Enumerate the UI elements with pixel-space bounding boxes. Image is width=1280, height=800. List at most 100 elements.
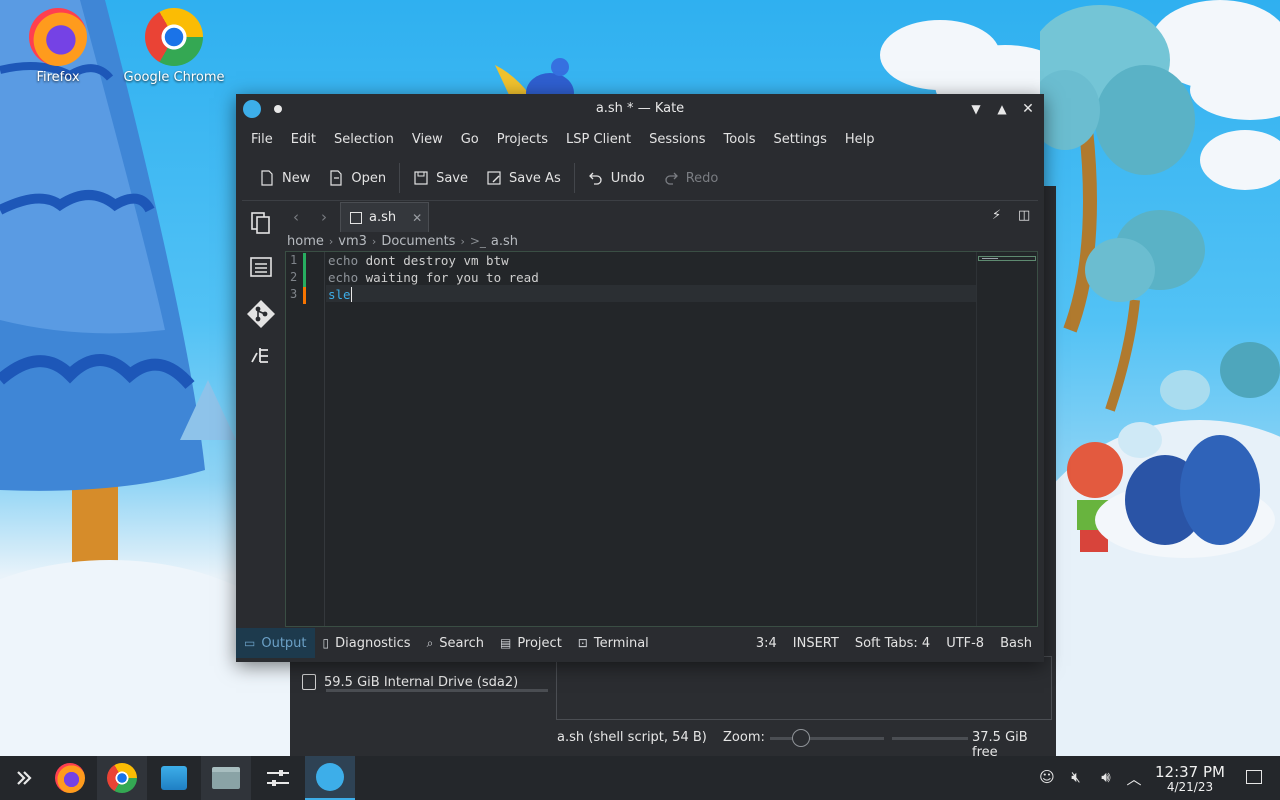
tab-a-sh[interactable]: a.sh ✕	[340, 202, 429, 232]
open-document-icon	[330, 170, 342, 186]
new-button[interactable]: New	[250, 163, 319, 193]
search-icon: ⌕	[426, 635, 434, 650]
tab-terminal[interactable]: ⊡ Terminal	[570, 628, 657, 658]
desktop-icon-label: Firefox	[36, 70, 80, 85]
selected-file-info: a.sh (shell script, 54 B)	[557, 730, 707, 745]
open-button-label: Open	[351, 170, 387, 186]
taskbar-system-settings[interactable]	[253, 756, 303, 800]
show-desktop-icon[interactable]	[1244, 768, 1264, 788]
code-line: sle	[328, 287, 352, 302]
tab-project[interactable]: ▤ Project	[492, 628, 570, 658]
chevron-right-icon: ›	[460, 234, 465, 248]
places-item-internal-drive[interactable]: 59.5 GiB Internal Drive (sda2)	[302, 674, 518, 690]
projects-panel-icon[interactable]	[248, 254, 274, 280]
tab-close-icon[interactable]: ✕	[412, 211, 422, 225]
indentation-setting[interactable]: Soft Tabs: 4	[847, 636, 938, 651]
desktop-icon-google-chrome[interactable]: Google Chrome	[119, 8, 229, 85]
window-titlebar[interactable]: a.sh * — Kate ▼ ▲ ✕	[236, 94, 1044, 124]
code-editor[interactable]: 1 2 3 echo dont destroy vm btw echo wait…	[285, 251, 1038, 627]
undo-button-label: Undo	[610, 170, 645, 186]
line-number-gutter: 1 2 3	[286, 252, 325, 626]
save-icon	[350, 211, 362, 224]
taskbar-firefox[interactable]	[45, 756, 95, 800]
menu-tools[interactable]: Tools	[715, 126, 765, 154]
minimize-icon[interactable]: ▼	[966, 99, 986, 119]
tab-back-icon[interactable]: ‹	[293, 208, 299, 226]
zoom-slider[interactable]	[770, 737, 884, 740]
menu-projects[interactable]: Projects	[488, 126, 557, 154]
kate-window[interactable]: a.sh * — Kate ▼ ▲ ✕ File Edit Selection …	[236, 94, 1044, 662]
undo-button[interactable]: Undo	[579, 163, 654, 193]
input-mode[interactable]: INSERT	[785, 636, 847, 651]
main-toolbar: New Open Save Save As Undo Redo	[236, 160, 727, 196]
audio-muted-icon[interactable]: 🔇︎	[1066, 768, 1086, 788]
chrome-icon	[145, 8, 203, 66]
line-number: 2	[290, 270, 298, 284]
drive-icon	[302, 674, 316, 690]
digital-clock[interactable]: 12:37 PM 4/21/23	[1150, 764, 1230, 794]
tray-expand-chevron-icon[interactable]: ︿	[1124, 768, 1144, 788]
menu-go[interactable]: Go	[452, 126, 488, 154]
open-button[interactable]: Open	[319, 163, 395, 193]
save-as-button-label: Save As	[509, 170, 561, 186]
close-icon[interactable]: ✕	[1018, 99, 1038, 119]
firefox-icon	[29, 8, 87, 66]
user-icon[interactable]: ☺	[1037, 768, 1057, 788]
code-line: echo dont destroy vm btw	[328, 253, 509, 268]
git-panel-icon[interactable]	[245, 298, 277, 330]
redo-button[interactable]: Redo	[654, 163, 728, 193]
chrome-icon	[107, 763, 137, 793]
breadcrumb-item[interactable]: vm3	[338, 234, 367, 249]
syntax-mode[interactable]: Bash	[992, 636, 1044, 651]
toolbar-divider	[242, 200, 1038, 201]
menu-help[interactable]: Help	[836, 126, 884, 154]
documents-panel-icon[interactable]	[248, 210, 274, 236]
tab-forward-icon[interactable]: ›	[321, 208, 327, 226]
menu-lsp-client[interactable]: LSP Client	[557, 126, 640, 154]
menu-edit[interactable]: Edit	[282, 126, 325, 154]
store-bag-icon	[161, 766, 187, 790]
maximize-icon[interactable]: ▲	[992, 99, 1012, 119]
symbols-panel-icon[interactable]	[248, 342, 274, 368]
breadcrumb-item[interactable]: a.sh	[491, 234, 518, 249]
tab-output-label: Output	[261, 635, 307, 651]
menu-view[interactable]: View	[403, 126, 452, 154]
editor-statusbar: 3:4 INSERT Soft Tabs: 4 UTF-8 Bash	[748, 628, 1044, 658]
quick-open-icon[interactable]: ⚡	[992, 208, 1001, 223]
clock-time: 12:37 PM	[1155, 763, 1225, 781]
output-icon: ▭	[244, 636, 256, 650]
cursor-position[interactable]: 3:4	[748, 636, 785, 651]
split-view-icon[interactable]: ◫	[1018, 208, 1030, 223]
menu-file[interactable]: File	[242, 126, 282, 154]
document-tabbar: ‹ › a.sh ✕ ⚡ ◫	[286, 202, 1040, 232]
volume-icon[interactable]: 🔊︎	[1096, 768, 1116, 788]
breadcrumb-item[interactable]: Documents	[381, 234, 455, 249]
kate-app-icon	[316, 763, 344, 791]
menu-settings[interactable]: Settings	[765, 126, 836, 154]
taskbar-kate[interactable]	[305, 756, 355, 800]
clock-date: 4/21/23	[1166, 780, 1214, 794]
line-number: 1	[290, 253, 298, 267]
tab-search[interactable]: ⌕ Search	[419, 628, 492, 658]
zoom-slider-handle[interactable]	[792, 729, 810, 747]
desktop-icon-firefox[interactable]: Firefox	[3, 8, 113, 85]
settings-sliders-icon	[267, 770, 289, 786]
menu-sessions[interactable]: Sessions	[640, 126, 714, 154]
menu-selection[interactable]: Selection	[325, 126, 403, 154]
taskbar-dolphin[interactable]	[201, 756, 251, 800]
taskbar-chrome[interactable]	[97, 756, 147, 800]
application-launcher-button[interactable]	[0, 756, 50, 800]
minimap-divider	[976, 252, 977, 626]
encoding-setting[interactable]: UTF-8	[938, 636, 992, 651]
tab-diagnostics[interactable]: ▯ Diagnostics	[315, 628, 419, 658]
zoom-label: Zoom:	[723, 730, 765, 745]
taskbar-discover[interactable]	[149, 756, 199, 800]
breadcrumb-item[interactable]: home	[287, 234, 324, 249]
save-as-button[interactable]: Save As	[477, 163, 570, 193]
minimap[interactable]	[978, 256, 1036, 261]
drive-label: 59.5 GiB Internal Drive (sda2)	[324, 674, 519, 690]
text-cursor	[350, 287, 352, 302]
folder-icon	[212, 767, 240, 789]
tab-output[interactable]: ▭ Output	[236, 628, 315, 658]
save-button[interactable]: Save	[404, 163, 477, 193]
